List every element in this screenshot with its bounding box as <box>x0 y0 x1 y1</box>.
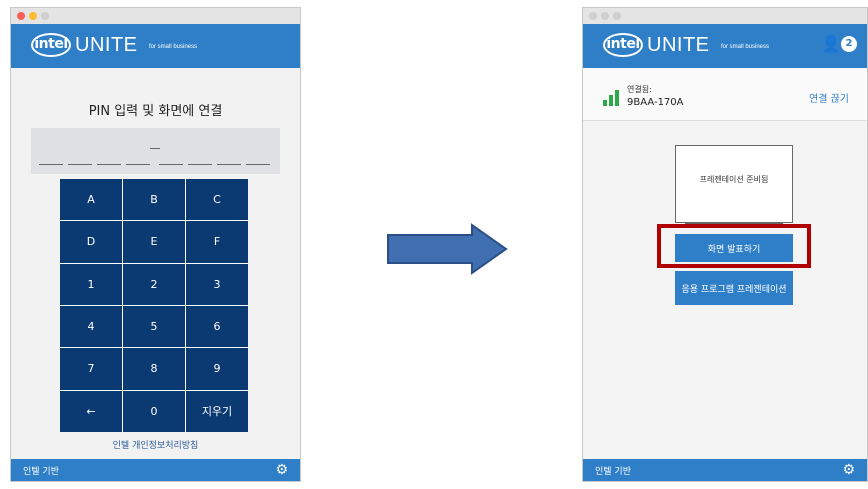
app-header: intel UNITE for small business 👤 2 <box>583 24 867 68</box>
intel-logo: intel <box>31 33 71 57</box>
pin-entry-window: intel UNITE for small business PIN 입력 및 … <box>10 7 301 482</box>
signal-strength-icon <box>603 90 619 106</box>
key-e[interactable]: E <box>123 221 185 263</box>
present-application-button[interactable]: 응용 프로그램 프레젠테이션 <box>675 271 793 305</box>
connected-window: intel UNITE for small business 👤 2 연결됨: … <box>582 7 868 482</box>
connected-label: 연결됨: <box>627 85 652 94</box>
pin-slot <box>246 164 270 165</box>
page-title: PIN 입력 및 화면에 연결 <box>88 104 223 119</box>
key-8[interactable]: 8 <box>123 348 185 390</box>
pin-slot <box>126 164 150 165</box>
pin-slot <box>68 164 92 165</box>
app-header: intel UNITE for small business <box>11 24 300 68</box>
connection-status: 연결됨: 9BAA-170A 연결 끊기 <box>583 68 867 121</box>
key-f[interactable]: F <box>186 221 248 263</box>
title-bar <box>583 8 867 24</box>
key-5[interactable]: 5 <box>123 305 185 348</box>
key-1[interactable]: 1 <box>60 263 122 305</box>
presentation-preview: 프레젠테이션 준비됨 <box>675 145 793 223</box>
pin-slot <box>217 164 241 165</box>
privacy-policy-link[interactable]: 인텔 개인정보처리방침 <box>11 438 300 451</box>
right-arrow-icon <box>387 223 508 275</box>
key-7[interactable]: 7 <box>60 348 122 390</box>
title-bar <box>11 8 300 24</box>
key-4[interactable]: 4 <box>60 305 122 348</box>
tagline: for small business <box>149 44 198 50</box>
keypad: A B C D E F 1 2 3 4 5 6 7 8 9 ← 0 지우기 <box>60 179 248 432</box>
disconnect-link[interactable]: 연결 끊기 <box>809 90 849 105</box>
signal-bar <box>609 95 613 106</box>
highlight-box <box>657 224 811 268</box>
preview-status-text: 프레젠테이션 준비됨 <box>699 175 769 184</box>
zoom-button[interactable] <box>41 12 49 20</box>
key-b[interactable]: B <box>123 179 185 221</box>
footer-label: 인텔 기반 <box>23 467 59 477</box>
gear-icon[interactable]: ⚙ <box>842 462 855 478</box>
close-button[interactable] <box>17 12 25 20</box>
gear-icon[interactable]: ⚙ <box>275 462 288 478</box>
signal-bar <box>615 90 619 106</box>
zoom-button[interactable] <box>613 12 621 20</box>
key-6[interactable]: 6 <box>186 305 248 348</box>
backspace-key[interactable]: ← <box>60 390 122 432</box>
pin-slot <box>188 164 212 165</box>
key-a[interactable]: A <box>60 179 122 221</box>
minimize-button[interactable] <box>601 12 609 20</box>
user-icon[interactable]: 👤 <box>821 34 841 53</box>
key-9[interactable]: 9 <box>186 348 248 390</box>
device-id: 9BAA-170A <box>627 97 684 108</box>
product-name: UNITE <box>75 34 138 56</box>
pin-input[interactable] <box>31 128 280 174</box>
pin-slot <box>97 164 121 165</box>
close-button[interactable] <box>589 12 597 20</box>
key-0[interactable]: 0 <box>123 390 185 432</box>
signal-bar <box>603 100 607 106</box>
pin-slot <box>159 164 183 165</box>
app-footer: 인텔 기반 ⚙ <box>11 459 300 481</box>
participant-count-badge: 2 <box>841 36 857 52</box>
clear-key[interactable]: 지우기 <box>186 390 248 432</box>
minimize-button[interactable] <box>29 12 37 20</box>
key-3[interactable]: 3 <box>186 263 248 305</box>
intel-logo: intel <box>603 33 643 57</box>
key-2[interactable]: 2 <box>123 263 185 305</box>
pin-cursor <box>150 148 160 149</box>
product-name: UNITE <box>647 34 710 56</box>
app-footer: 인텔 기반 ⚙ <box>583 459 867 481</box>
tagline: for small business <box>721 44 770 50</box>
pin-slot <box>39 164 63 165</box>
key-d[interactable]: D <box>60 221 122 263</box>
footer-label: 인텔 기반 <box>595 467 631 477</box>
key-c[interactable]: C <box>186 179 248 221</box>
